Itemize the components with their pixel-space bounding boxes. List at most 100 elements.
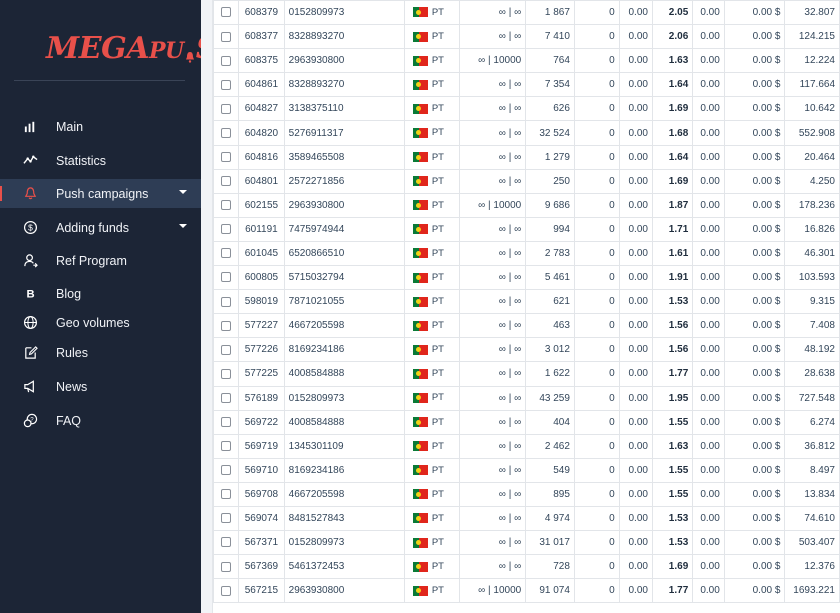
total-value: 6.274	[784, 409, 840, 435]
campaign-id[interactable]: 601191	[238, 216, 285, 242]
row-checkbox[interactable]	[221, 224, 232, 235]
row-checkbox[interactable]	[221, 176, 232, 187]
count-value: 0	[573, 457, 620, 483]
row-checkbox[interactable]	[221, 585, 232, 596]
row-select-cell	[212, 192, 240, 218]
campaign-id[interactable]: 569074	[238, 505, 285, 532]
portugal-flag-icon	[412, 513, 428, 524]
row-checkbox[interactable]	[221, 441, 232, 452]
campaign-id[interactable]: 601045	[238, 240, 285, 267]
sidebar-item-geo-volumes[interactable]: Geo volumes	[0, 308, 201, 337]
portugal-flag-icon	[412, 200, 428, 211]
svg-text:$: $	[28, 223, 33, 233]
cost-value: 0.00 $	[723, 361, 786, 387]
volume-value: 621	[525, 289, 575, 315]
source-id: 2572271856	[283, 168, 405, 194]
campaign-id[interactable]: 608375	[238, 48, 285, 74]
campaign-id[interactable]: 604816	[238, 144, 285, 170]
sidebar-item-ref-program[interactable]: Ref Program	[0, 246, 201, 275]
campaign-id[interactable]: 577227	[238, 313, 285, 339]
row-checkbox[interactable]	[221, 55, 232, 66]
campaign-id[interactable]: 604820	[238, 120, 285, 146]
cost-value: 0.00 $	[723, 313, 786, 339]
row-checkbox[interactable]	[221, 7, 232, 18]
geo-code: PT	[431, 488, 444, 500]
campaign-id[interactable]: 598019	[238, 289, 285, 315]
row-checkbox[interactable]	[221, 392, 232, 403]
campaign-id[interactable]: 608379	[238, 0, 285, 26]
geo-code: PT	[431, 296, 444, 308]
row-checkbox[interactable]	[221, 31, 232, 42]
table-row: 567371 0152809973 PT ∞ | ∞ 31 017 0 0.00 1.53 0.…	[212, 530, 840, 556]
geo-cell: PT	[403, 481, 461, 507]
row-checkbox[interactable]	[221, 513, 232, 524]
campaign-id[interactable]: 569722	[238, 409, 285, 435]
sidebar-item-main[interactable]: Main	[0, 112, 201, 141]
campaign-id[interactable]: 569710	[238, 457, 285, 483]
campaign-id[interactable]: 604801	[238, 168, 285, 194]
geo-cell: PT	[403, 144, 461, 170]
row-checkbox[interactable]	[221, 417, 232, 427]
sidebar-item-rules[interactable]: Rules	[0, 338, 201, 367]
portugal-flag-icon	[412, 127, 428, 138]
sidebar-item-statistics[interactable]: Statistics	[0, 146, 201, 175]
cap-limits: ∞ | ∞	[459, 337, 527, 363]
campaign-id[interactable]: 600805	[238, 265, 285, 291]
volume-value: 1 622	[525, 361, 575, 387]
campaign-id[interactable]: 604861	[238, 72, 285, 98]
total-value: 9.315	[784, 289, 840, 315]
chevron-down-icon[interactable]	[179, 224, 187, 228]
sidebar-item-news[interactable]: News	[0, 372, 201, 401]
bid-value: 1.77	[651, 361, 694, 387]
campaign-id[interactable]: 577225	[238, 361, 285, 387]
edit-pencil-icon	[22, 345, 38, 361]
rate-value: 0.00	[618, 385, 653, 411]
campaign-id[interactable]: 576189	[238, 385, 285, 411]
cost-value: 0.00 $	[723, 409, 786, 435]
cap-limits: ∞ | ∞	[459, 481, 527, 507]
cost-value: 0.00 $	[723, 72, 786, 98]
count-value: 0	[573, 530, 620, 556]
sidebar-item-adding-funds[interactable]: $ Adding funds	[0, 213, 201, 242]
sidebar-item-faq[interactable]: ? FAQ	[0, 406, 201, 435]
row-checkbox[interactable]	[221, 127, 232, 138]
campaign-id[interactable]: 608377	[238, 24, 285, 50]
campaign-id[interactable]: 569719	[238, 433, 285, 459]
sidebar-item-blog[interactable]: B Blog	[0, 279, 201, 308]
bid-value: 1.69	[651, 168, 694, 194]
row-checkbox[interactable]	[221, 200, 232, 211]
total-value: 124.215	[784, 24, 840, 50]
row-checkbox[interactable]	[221, 537, 232, 548]
bid-value: 1.63	[651, 48, 694, 74]
row-checkbox[interactable]	[221, 103, 232, 114]
volume-value: 994	[525, 216, 575, 242]
logo-text-pu: PU	[148, 38, 184, 64]
campaign-id[interactable]: 604827	[238, 96, 285, 122]
row-checkbox[interactable]	[221, 79, 232, 90]
row-checkbox[interactable]	[221, 248, 232, 259]
row-checkbox[interactable]	[221, 296, 232, 307]
row-checkbox[interactable]	[221, 272, 232, 283]
campaign-id[interactable]: 602155	[238, 192, 285, 218]
rate-value: 0.00	[618, 554, 653, 580]
row-checkbox[interactable]	[221, 465, 232, 476]
campaign-id[interactable]: 569708	[238, 481, 285, 507]
row-checkbox[interactable]	[221, 489, 232, 500]
volume-value: 404	[525, 409, 575, 435]
campaign-id[interactable]: 567215	[238, 578, 285, 604]
row-checkbox[interactable]	[221, 151, 232, 162]
source-id: 0152809973	[283, 530, 405, 556]
row-checkbox[interactable]	[221, 368, 232, 379]
table-row: 604816 3589465508 PT ∞ | ∞ 1 279 0 0.00 1.64 0.0…	[212, 144, 840, 170]
sidebar-item-push-campaigns[interactable]: Push campaigns	[0, 179, 201, 208]
campaign-id[interactable]: 567369	[238, 554, 285, 580]
row-checkbox[interactable]	[221, 344, 232, 355]
campaign-id[interactable]: 567371	[238, 530, 285, 556]
geo-cell: PT	[403, 24, 461, 50]
row-checkbox[interactable]	[221, 561, 232, 572]
row-checkbox[interactable]	[221, 320, 232, 331]
volume-value: 4 974	[525, 505, 575, 532]
bid-value: 1.87	[651, 192, 694, 218]
chevron-down-icon[interactable]	[179, 190, 187, 194]
campaign-id[interactable]: 577226	[238, 337, 285, 363]
